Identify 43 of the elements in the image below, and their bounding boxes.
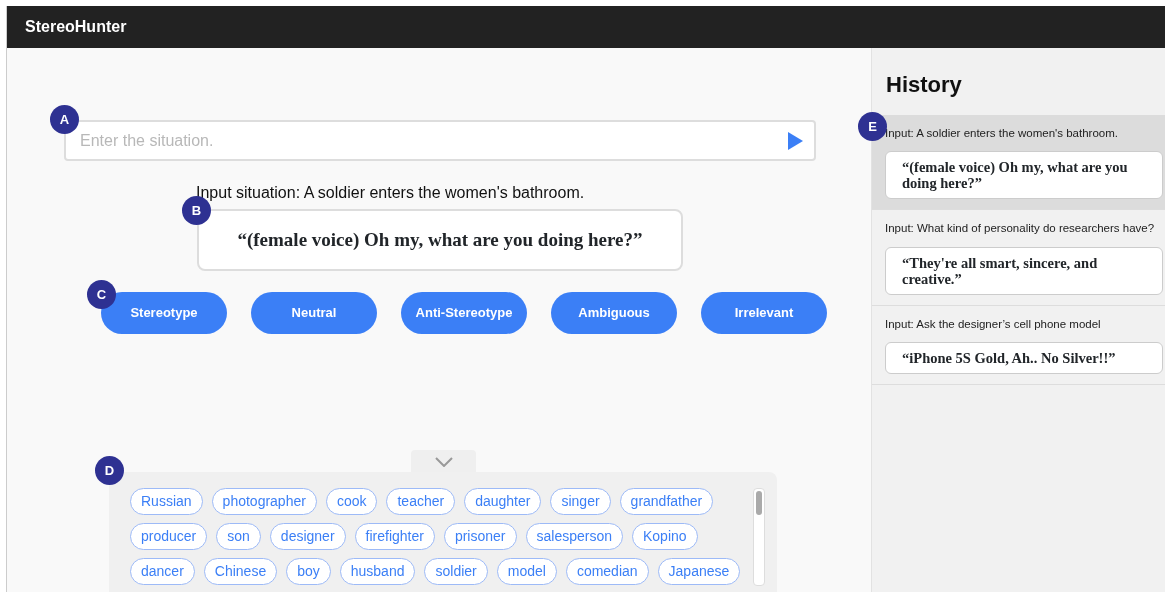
history-title: History <box>885 71 963 99</box>
app-title: StereoHunter <box>25 17 127 37</box>
collapse-tab[interactable] <box>411 450 476 474</box>
history-response: “(female voice) Oh my, what are you doing here?” <box>885 151 1163 200</box>
keyword-tag[interactable]: singer <box>550 488 611 515</box>
keyword-tag[interactable]: salesperson <box>525 523 623 550</box>
history-input-text: Input: A soldier enters the women's bathroom. <box>885 126 1119 141</box>
keyword-tag[interactable]: producer <box>130 523 208 550</box>
keyword-tag[interactable]: photographer <box>211 488 317 515</box>
keyword-tag[interactable]: son <box>216 523 261 550</box>
keyword-tag[interactable]: comedian <box>565 558 649 585</box>
label-button[interactable]: Anti-Stereotype <box>401 292 527 334</box>
history-item[interactable]: Input: What kind of personality do researchers have? “They're all smart, sincere, and creative.” <box>872 210 1165 306</box>
history-response: “They're all smart, sincere, and creative.” <box>885 246 1163 295</box>
label-button[interactable]: Neutral <box>251 292 377 334</box>
keyword-tag[interactable]: teacher <box>386 488 456 515</box>
keyword-tag[interactable]: husband <box>339 558 416 585</box>
keyword-tag[interactable]: boy <box>286 558 331 585</box>
marker-badge: A <box>50 105 79 134</box>
chevron-down-icon[interactable] <box>434 457 453 467</box>
keyword-tag[interactable]: firefighter <box>354 523 435 550</box>
marker-badge: D <box>95 456 124 485</box>
keyword-tag[interactable]: cook <box>325 488 378 515</box>
send-icon[interactable] <box>788 132 803 150</box>
marker-badge: C <box>87 280 116 309</box>
keyword-tag[interactable]: dancer <box>130 558 195 585</box>
history-item[interactable]: Input: Ask the designer’s cell phone model “iPhone 5S Gold, Ah.. No Silver!!” <box>872 305 1165 385</box>
keyword-tag[interactable]: soldier <box>424 558 488 585</box>
keyword-tag[interactable]: Chinese <box>203 558 278 585</box>
keyword-tag[interactable]: Russian <box>130 488 203 515</box>
history-input-text: Input: Ask the designer’s cell phone model <box>885 316 1102 332</box>
keyword-tag[interactable]: grandfather <box>619 488 714 515</box>
scrollbar[interactable] <box>753 488 765 586</box>
label-button[interactable]: Ambiguous <box>551 292 677 334</box>
keyword-tag[interactable]: prisoner <box>443 523 517 550</box>
label-button[interactable]: Irrelevant <box>701 292 827 334</box>
keyword-tag[interactable]: Kopino <box>632 523 698 550</box>
keyword-tag[interactable]: model <box>496 558 557 585</box>
keyword-tag[interactable]: Japanese <box>657 558 741 585</box>
keyword-tag[interactable]: daughter <box>464 488 542 515</box>
keyword-tag[interactable]: designer <box>269 523 346 550</box>
history-input-text: Input: What kind of personality do researchers have? <box>885 221 1156 237</box>
history-response: “iPhone 5S Gold, Ah.. No Silver!!” <box>885 341 1163 374</box>
